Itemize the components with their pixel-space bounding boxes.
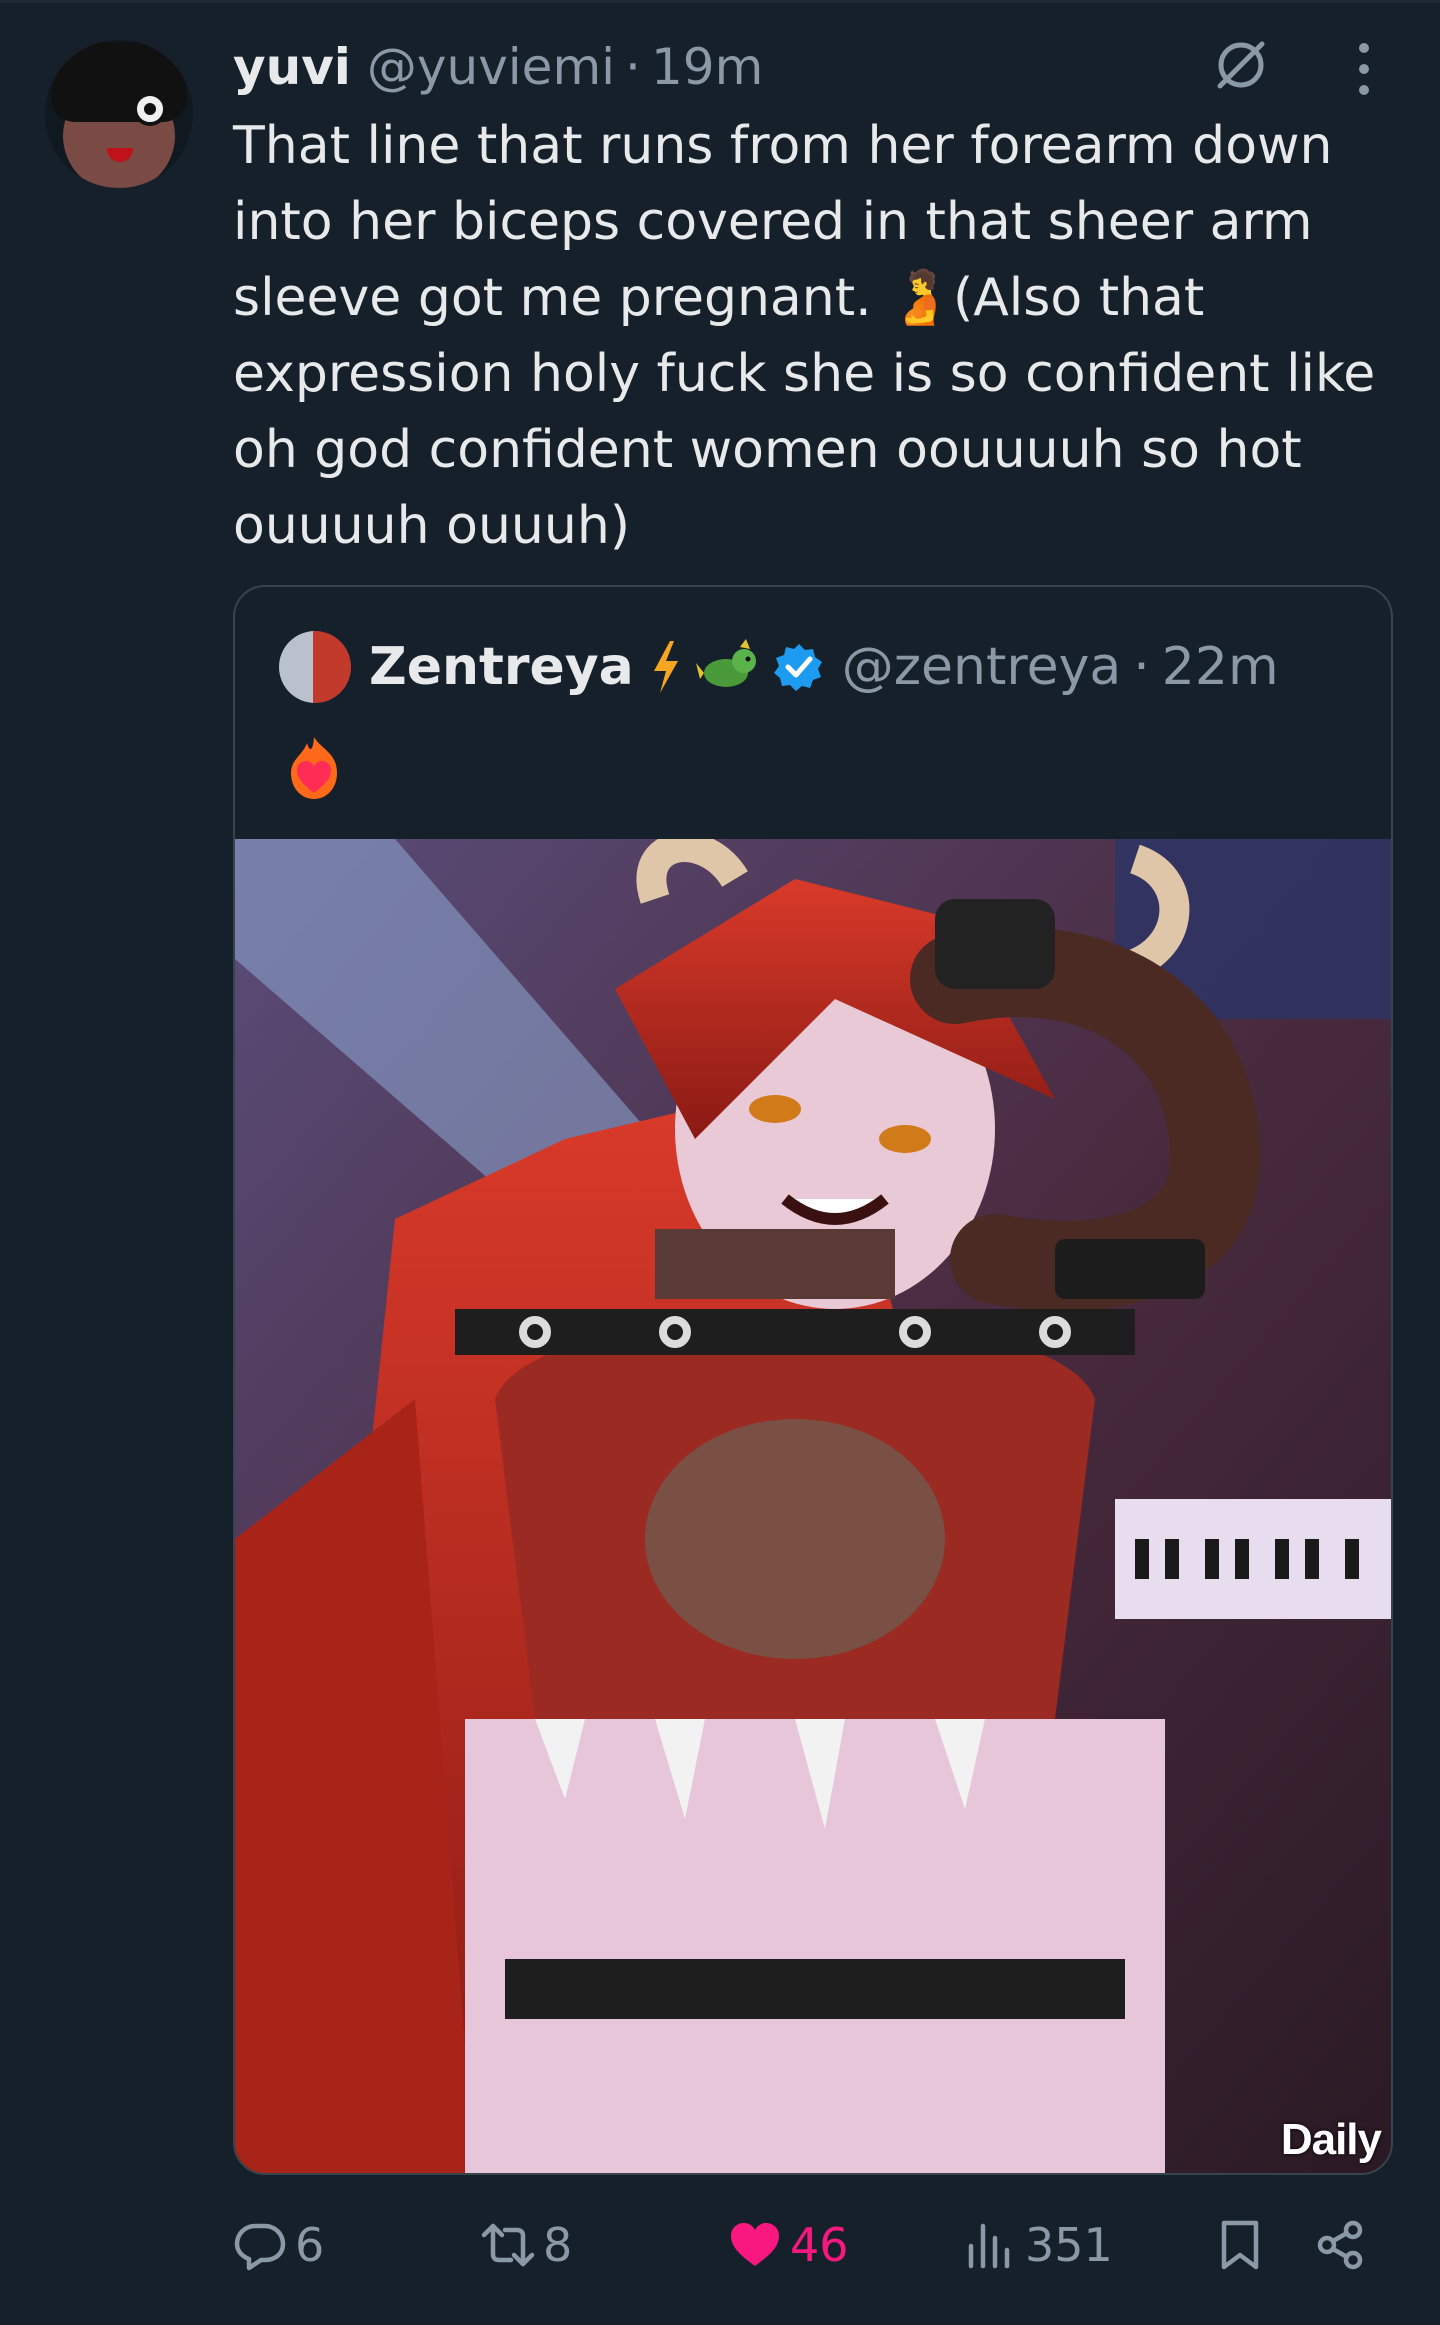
- views-icon: [968, 2223, 1010, 2269]
- header-separator: ·: [625, 38, 641, 96]
- quoted-tweet-timestamp[interactable]: 22m: [1162, 637, 1279, 697]
- tweet-text: That line that runs from her forearm dow…: [233, 116, 1376, 556]
- reply-count: 6: [295, 2218, 325, 2272]
- tweet-action-bar: 6 8 46 351: [233, 2210, 1373, 2280]
- quoted-author-avatar[interactable]: [279, 631, 351, 703]
- like-button[interactable]: 46: [728, 2210, 849, 2280]
- reply-icon: [234, 2223, 286, 2271]
- verified-badge-icon: [773, 644, 822, 691]
- like-count: 46: [790, 2218, 849, 2272]
- share-icon: [1317, 2220, 1363, 2270]
- quoted-header-separator: ·: [1133, 637, 1150, 697]
- quoted-author-handle[interactable]: @zentreya: [842, 637, 1122, 697]
- quoted-media-image[interactable]: Daily: [235, 839, 1391, 2173]
- quoted-tweet-card[interactable]: Zentreya @zentreya · 22m Daily: [233, 585, 1393, 2175]
- author-handle[interactable]: @yuviemi: [367, 38, 615, 96]
- anime-character-illustration: [235, 839, 1391, 2173]
- hide-reply-icon[interactable]: [1210, 34, 1272, 96]
- author-avatar[interactable]: [45, 40, 193, 188]
- reply-button[interactable]: 6: [233, 2210, 324, 2280]
- author-name[interactable]: yuvi: [233, 38, 351, 96]
- retweet-button[interactable]: 8: [481, 2210, 572, 2280]
- bookmark-icon: [1221, 2220, 1259, 2270]
- retweet-icon: [481, 2223, 535, 2267]
- top-divider: [0, 0, 1440, 3]
- dragon-icon: [695, 639, 756, 687]
- bookmark-button[interactable]: [1213, 2210, 1275, 2280]
- more-options-icon[interactable]: [1352, 40, 1376, 98]
- like-icon: [731, 2223, 779, 2266]
- lightning-icon: [653, 641, 678, 693]
- views-count: 351: [1025, 2218, 1113, 2272]
- quoted-author-name[interactable]: Zentreya: [369, 637, 634, 697]
- share-button[interactable]: [1313, 2210, 1375, 2280]
- media-watermark: Daily: [1280, 2115, 1382, 2164]
- views-button[interactable]: 351: [963, 2210, 1113, 2280]
- quoted-tweet-header: Zentreya @zentreya · 22m: [369, 629, 1279, 705]
- heart-on-fire-icon: [291, 737, 337, 799]
- retweet-count: 8: [543, 2218, 573, 2272]
- tweet-header: yuvi @yuviemi · 19m: [233, 32, 763, 102]
- tweet-timestamp[interactable]: 19m: [651, 38, 763, 96]
